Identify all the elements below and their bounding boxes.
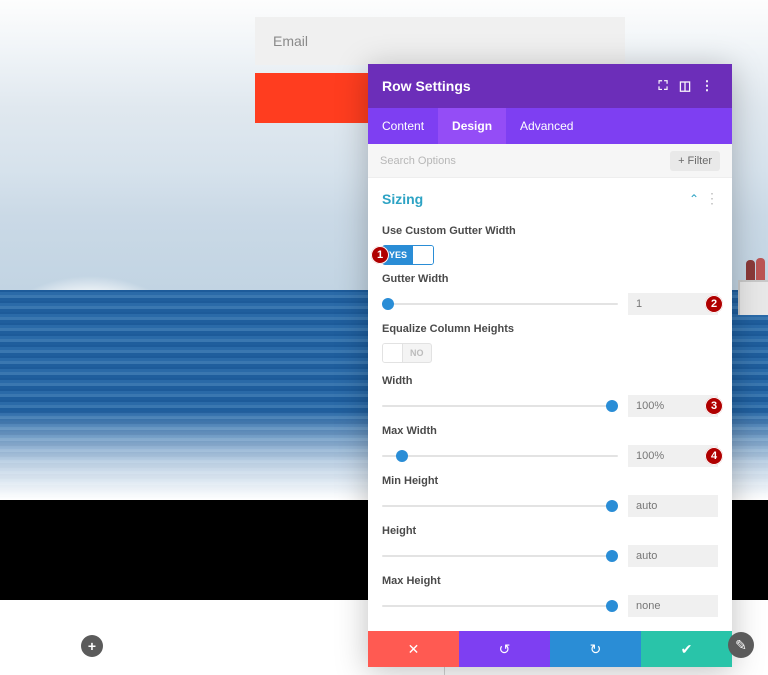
close-icon: ✕ xyxy=(408,641,420,658)
kebab-icon[interactable]: ⋮ xyxy=(696,78,718,94)
value-max-width[interactable]: 100% 4 xyxy=(628,445,718,467)
slider-min-height[interactable] xyxy=(382,496,618,516)
slider-max-height[interactable] xyxy=(382,596,618,616)
toggle-equalize[interactable]: NO xyxy=(382,343,432,363)
tab-design[interactable]: Design xyxy=(438,108,506,144)
redo-button[interactable]: ↻ xyxy=(550,631,641,667)
modal-titlebar: Row Settings ⛶ ◫ ⋮ xyxy=(368,64,732,108)
snap-icon[interactable]: ◫ xyxy=(674,78,696,94)
chevron-up-icon[interactable]: ⌃ xyxy=(689,192,699,206)
sizing-panel-header[interactable]: Sizing ⌃ ⋮ xyxy=(368,178,732,217)
slider-height[interactable] xyxy=(382,546,618,566)
email-placeholder: Email xyxy=(273,33,308,49)
annotation-badge-3: 3 xyxy=(705,397,723,415)
toggle-handle xyxy=(383,344,403,362)
modal-title: Row Settings xyxy=(382,78,471,94)
redo-icon: ↻ xyxy=(590,641,602,658)
modal-footer: ✕ ↺ ↻ ✔ xyxy=(368,631,732,667)
label-min-height: Min Height xyxy=(382,475,718,487)
brush-icon: ✎ xyxy=(735,637,747,654)
sizing-panel-body: Use Custom Gutter Width 1 YES Gutter Wid… xyxy=(368,217,732,631)
label-max-height: Max Height xyxy=(382,575,718,587)
email-field[interactable]: Email xyxy=(255,17,625,65)
save-button[interactable]: ✔ xyxy=(641,631,732,667)
search-bar: Search Options + Filter xyxy=(368,144,732,178)
add-section-button[interactable]: + xyxy=(81,635,103,657)
slider-max-width[interactable] xyxy=(382,446,618,466)
cancel-button[interactable]: ✕ xyxy=(368,631,459,667)
value-max-height[interactable]: none xyxy=(628,595,718,617)
value-height[interactable]: auto xyxy=(628,545,718,567)
value-gutter-width[interactable]: 1 2 xyxy=(628,293,718,315)
row-settings-modal: Row Settings ⛶ ◫ ⋮ Content Design Advanc… xyxy=(368,64,732,667)
kebab-icon[interactable]: ⋮ xyxy=(705,190,718,207)
value-width[interactable]: 100% 3 xyxy=(628,395,718,417)
search-input[interactable]: Search Options xyxy=(380,155,670,167)
tab-content[interactable]: Content xyxy=(368,108,438,144)
label-use-custom-gutter: Use Custom Gutter Width xyxy=(382,225,718,237)
brush-tool-button[interactable]: ✎ xyxy=(728,632,754,658)
toggle-use-custom-gutter[interactable]: YES xyxy=(382,245,434,265)
label-width: Width xyxy=(382,375,718,387)
label-height: Height xyxy=(382,525,718,537)
value-min-height[interactable]: auto xyxy=(628,495,718,517)
filter-button[interactable]: + Filter xyxy=(670,151,720,171)
slider-gutter-width[interactable] xyxy=(382,294,618,314)
check-icon: ✔ xyxy=(681,641,693,658)
label-max-width: Max Width xyxy=(382,425,718,437)
annotation-badge-2: 2 xyxy=(705,295,723,313)
undo-button[interactable]: ↺ xyxy=(459,631,550,667)
toggle-handle xyxy=(413,246,433,264)
slider-width[interactable] xyxy=(382,396,618,416)
panel-title: Sizing xyxy=(382,191,689,207)
expand-icon[interactable]: ⛶ xyxy=(652,78,674,94)
label-equalize: Equalize Column Heights xyxy=(382,323,718,335)
modal-tabs: Content Design Advanced xyxy=(368,108,732,144)
tab-advanced[interactable]: Advanced xyxy=(506,108,587,144)
label-gutter-width: Gutter Width xyxy=(382,273,718,285)
annotation-badge-4: 4 xyxy=(705,447,723,465)
annotation-badge-1: 1 xyxy=(371,246,389,264)
plus-icon: + xyxy=(88,638,96,654)
undo-icon: ↺ xyxy=(499,641,511,658)
